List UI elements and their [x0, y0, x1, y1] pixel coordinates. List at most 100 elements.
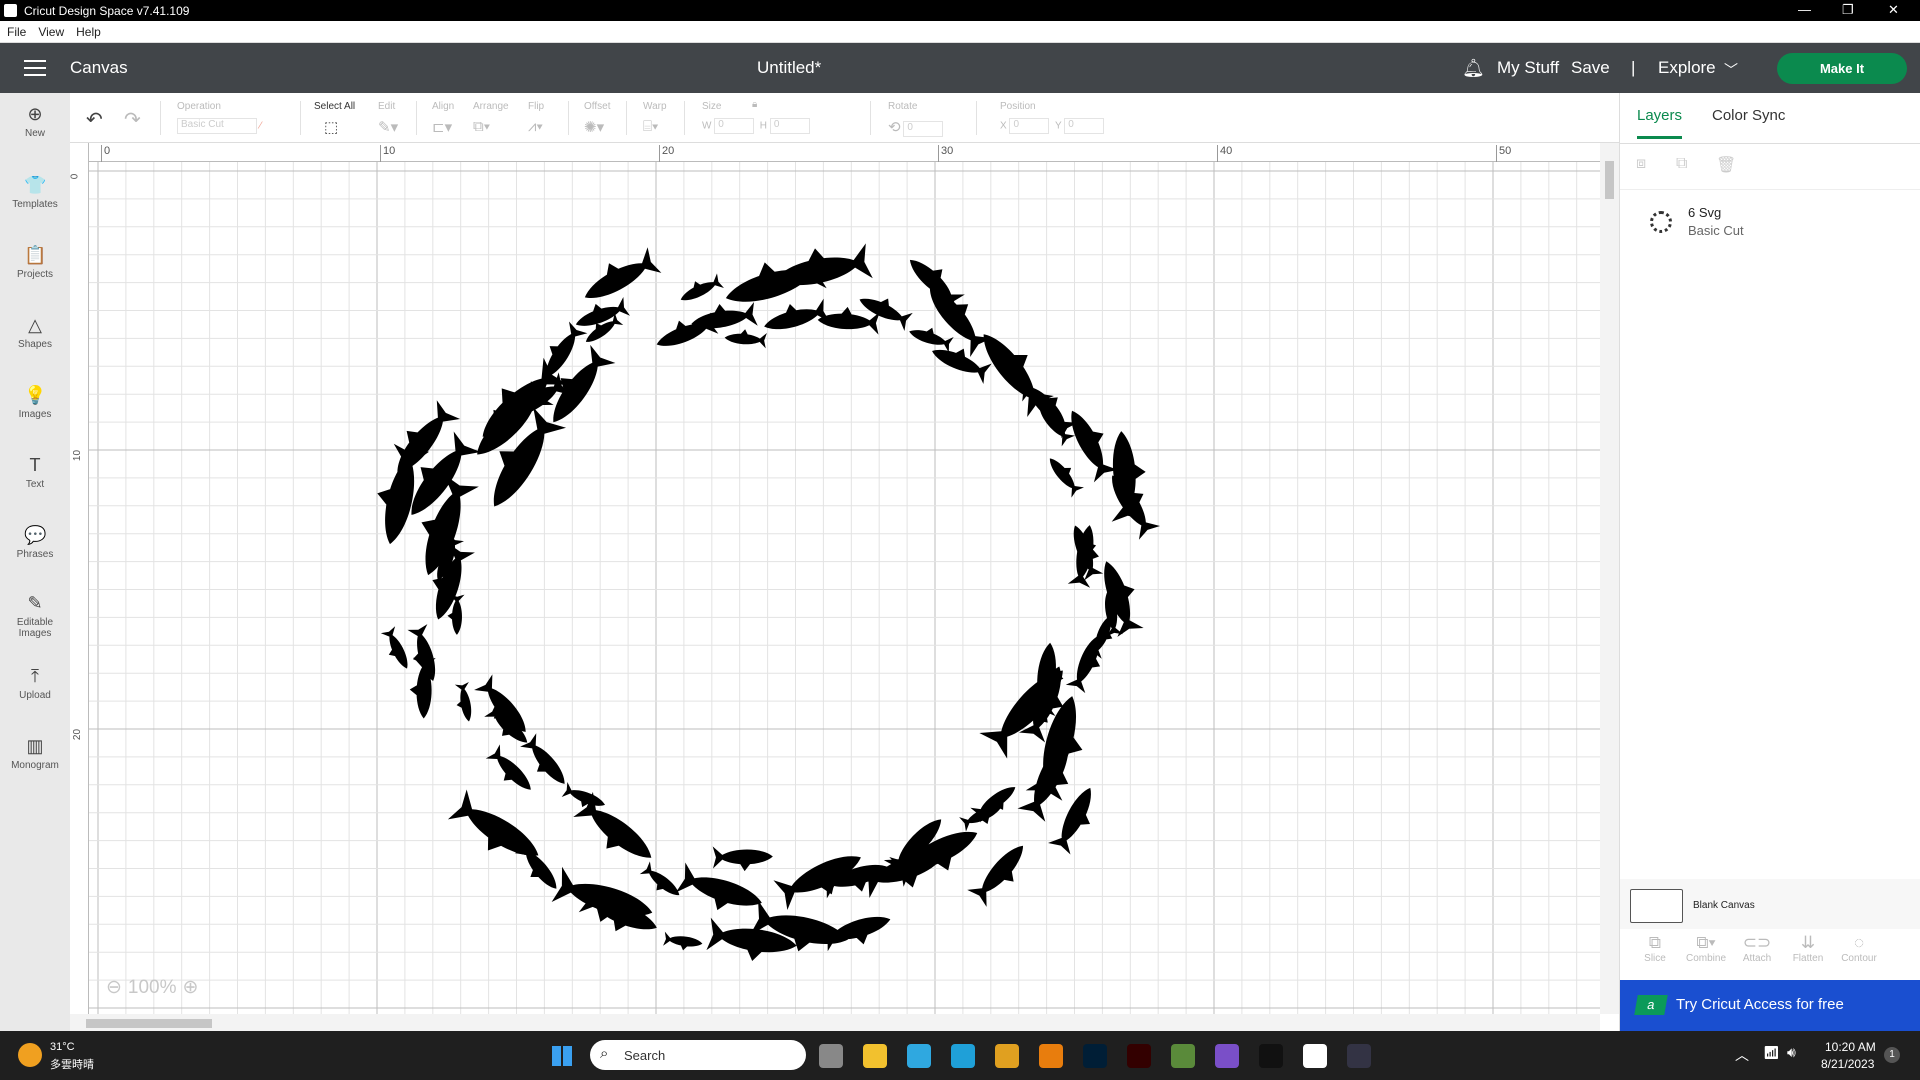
my-stuff-link[interactable]: My Stuff [1497, 58, 1559, 78]
group-icon[interactable]: ⧈ [1636, 155, 1646, 173]
height-input[interactable]: 0 [769, 118, 810, 134]
width-input[interactable]: 0 [714, 118, 755, 134]
sidebar-item-images[interactable]: 💡 Images [0, 384, 70, 420]
cricut-icon[interactable] [1303, 1044, 1327, 1068]
explore-menu[interactable]: Explore [1658, 58, 1716, 78]
redo-icon[interactable]: ↷ [124, 107, 141, 132]
menu-view[interactable]: View [38, 25, 64, 39]
volume-icon[interactable]: 🔊︎ [1787, 1044, 1796, 1061]
photoshop-icon[interactable] [1083, 1044, 1107, 1068]
fish-shape[interactable] [712, 845, 773, 872]
rotate-input[interactable]: 0 [903, 121, 944, 138]
horizontal-scrollbar[interactable] [70, 1014, 1600, 1031]
fish-shape[interactable] [1093, 555, 1147, 637]
sidebar-item-templates[interactable]: 👕 Templates [0, 174, 70, 210]
visual-studio-icon[interactable] [1215, 1044, 1239, 1068]
trash-icon[interactable]: 🗑︎ [1716, 155, 1736, 175]
attach-icon: ⊂⊃ [1742, 933, 1772, 952]
contour-button[interactable]: ◌ Contour [1834, 933, 1884, 964]
fish-shape[interactable] [379, 626, 414, 673]
zoom-out-icon[interactable]: ⊖ [106, 976, 122, 999]
make-it-button[interactable]: Make It [1777, 53, 1907, 84]
sidebar-item-upload[interactable]: ⤒ Upload [0, 665, 70, 701]
combine-label: Combine [1685, 953, 1727, 964]
design-canvas[interactable] [70, 143, 1600, 1014]
y-input[interactable]: 0 [1064, 118, 1105, 134]
flatten-button[interactable]: ⇊ Flatten [1783, 933, 1833, 964]
attach-button[interactable]: ⊂⊃ Attach [1732, 933, 1782, 964]
minecraft-icon[interactable] [1171, 1044, 1195, 1068]
chevron-down-icon[interactable]: ﹀ [1724, 60, 1738, 80]
menu-file[interactable]: File [7, 25, 26, 39]
fish-shape[interactable] [663, 931, 703, 953]
fish-shape[interactable] [1044, 452, 1086, 498]
tab-layers[interactable]: Layers [1637, 107, 1683, 139]
edit-icon[interactable]: ✎▾ [378, 119, 398, 136]
blank-canvas-row[interactable]: Blank Canvas [1620, 879, 1920, 929]
app-icon[interactable] [907, 1044, 931, 1068]
fish-shape[interactable] [760, 295, 830, 338]
fish-shape[interactable] [967, 837, 1035, 909]
undo-icon[interactable]: ↶ [86, 107, 103, 132]
vertical-scrollbar[interactable] [1600, 143, 1619, 1014]
lock-icon[interactable]: 🔒︎ [752, 99, 757, 110]
chrome-icon[interactable] [995, 1044, 1019, 1068]
combine-button[interactable]: ⧉▾ Combine [1681, 933, 1731, 964]
sidebar-item-label: Templates [12, 199, 58, 210]
align-icon[interactable]: ⊏▾ [432, 119, 452, 136]
link-app-icon[interactable] [1347, 1044, 1371, 1068]
close-button[interactable]: ✕ [1888, 2, 1899, 18]
arrange-icon[interactable]: ⧉▾ [473, 118, 490, 135]
sidebar-item-shapes[interactable]: △ Shapes [0, 314, 70, 350]
x-input[interactable]: 0 [1009, 118, 1050, 134]
sidebar-item-monogram[interactable]: ▥ Monogram [0, 735, 70, 771]
file-explorer-icon[interactable] [863, 1044, 887, 1068]
taskbar-search[interactable]: ⌕ Search [590, 1040, 806, 1070]
g-app-icon[interactable] [1259, 1044, 1283, 1068]
fish-shape[interactable] [676, 271, 724, 307]
minimize-button[interactable]: — [1798, 2, 1811, 17]
fish-shape[interactable] [724, 328, 767, 349]
fish-shape[interactable] [675, 862, 767, 922]
fish-shape[interactable] [576, 244, 662, 311]
task-view-icon[interactable] [819, 1044, 843, 1068]
tray-chevron-icon[interactable]: ︿ [1735, 1045, 1749, 1065]
windows-start-icon[interactable] [552, 1046, 572, 1066]
tab-color-sync[interactable]: Color Sync [1712, 107, 1785, 124]
cricut-access-banner[interactable]: a Try Cricut Access for free [1620, 980, 1920, 1031]
operation-select[interactable]: Basic Cut [177, 118, 257, 134]
fish-shape[interactable] [638, 861, 684, 903]
hamburger-menu-icon[interactable] [24, 60, 46, 76]
fish-shape[interactable] [928, 338, 993, 385]
select-all-icon[interactable]: ⬚ [324, 119, 338, 136]
height-label: H [759, 120, 768, 132]
blender-icon[interactable] [1039, 1044, 1063, 1068]
offset-icon[interactable]: ✺▾ [584, 119, 604, 136]
sidebar-item-new[interactable]: ⊕ New [0, 103, 70, 139]
notification-badge[interactable]: 1 [1884, 1047, 1900, 1063]
fish-shape[interactable] [484, 744, 538, 798]
duplicate-icon[interactable]: ⧉ [1676, 155, 1687, 173]
maximize-button[interactable]: ❐ [1842, 2, 1854, 18]
sidebar-item-phrases[interactable]: 💬 Phrases [0, 524, 70, 560]
sidebar-item-projects[interactable]: 📋 Projects [0, 244, 70, 280]
bell-icon[interactable]: 🔔︎ [1462, 58, 1485, 79]
new-icon: ⊕ [27, 104, 43, 124]
layer-item[interactable]: 6 Svg Basic Cut [1640, 203, 1900, 247]
warp-icon[interactable]: ⌸▾ [643, 118, 658, 135]
edge-icon[interactable] [951, 1044, 975, 1068]
zoom-in-icon[interactable]: ⊕ [183, 976, 199, 999]
fish-shape[interactable] [907, 322, 955, 353]
fish-shape[interactable] [453, 682, 476, 723]
fish-shape[interactable] [537, 342, 616, 431]
flip-icon[interactable]: ⩘▾ [528, 118, 543, 135]
shapes-icon: △ [28, 315, 42, 335]
slice-button[interactable]: ⧉ Slice [1630, 933, 1680, 964]
illustrator-icon[interactable] [1127, 1044, 1151, 1068]
menu-help[interactable]: Help [76, 25, 101, 39]
sidebar-item-editable-images[interactable]: ✎ Editable Images [0, 592, 70, 639]
sidebar-item-text[interactable]: T Text [0, 454, 70, 490]
save-button[interactable]: Save [1571, 58, 1610, 78]
canvas-swatch[interactable] [1630, 889, 1683, 923]
wifi-icon[interactable]: 📶︎ [1763, 1045, 1780, 1061]
